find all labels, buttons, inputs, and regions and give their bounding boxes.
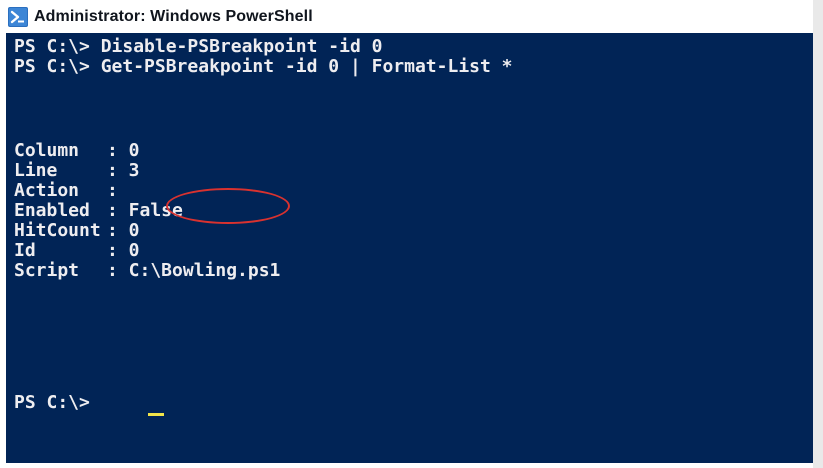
- property-row-enabled: Enabled: False: [14, 200, 183, 222]
- property-row-line: Line : 3: [14, 160, 140, 182]
- powershell-icon: [8, 6, 28, 27]
- property-key: HitCount: [14, 220, 101, 241]
- property-key: Column: [14, 140, 80, 161]
- prompt-line: PS C:\>: [14, 392, 90, 413]
- highlight-circle-annotation: [166, 188, 290, 224]
- property-value: : 0: [107, 140, 140, 161]
- property-row-column: Column : 0: [14, 140, 140, 162]
- property-value: : 0: [107, 240, 140, 261]
- property-key: Enabled: [14, 200, 90, 221]
- property-value: : 3: [107, 160, 140, 181]
- command-line-1: PS C:\> Disable-PSBreakpoint -id 0: [14, 36, 383, 57]
- property-value: : C:\Bowling.ps1: [107, 260, 281, 281]
- command-line-2: PS C:\> Get-PSBreakpoint -id 0 | Format-…: [14, 56, 513, 77]
- property-value: : 0: [107, 220, 140, 241]
- property-row-script: Script : C:\Bowling.ps1: [14, 260, 280, 282]
- text-cursor: [148, 413, 164, 416]
- window-title: Administrator: Windows PowerShell: [34, 7, 313, 25]
- title-bar[interactable]: Administrator: Windows PowerShell: [0, 0, 813, 33]
- powershell-window: Administrator: Windows PowerShell PS C:\…: [0, 0, 823, 468]
- property-key: Script: [14, 260, 80, 281]
- property-key: Id: [14, 240, 36, 261]
- property-row-hitcount: HitCount : 0: [14, 220, 140, 242]
- property-value: :: [107, 180, 118, 201]
- property-row-action: Action:: [14, 180, 118, 202]
- console-area[interactable]: PS C:\> Disable-PSBreakpoint -id 0 PS C:…: [6, 33, 813, 463]
- window-scrollbar[interactable]: [813, 0, 823, 468]
- property-key: Action: [14, 180, 80, 201]
- property-row-id: Id : 0: [14, 240, 140, 262]
- property-key: Line: [14, 160, 58, 181]
